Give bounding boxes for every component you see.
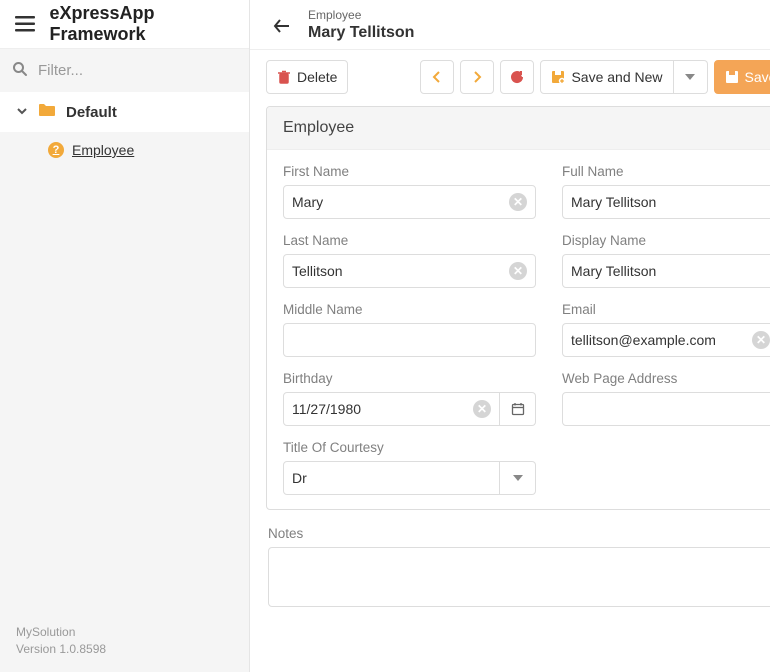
content: Employee First Name ✕ Full Name: [250, 104, 770, 672]
calendar-icon: [511, 402, 525, 416]
title-of-courtesy-input[interactable]: [292, 470, 491, 486]
birthday-input[interactable]: [292, 401, 473, 417]
sidebar: eXpressApp Framework Default ? Employee: [0, 0, 250, 672]
save-button[interactable]: Save: [714, 60, 770, 94]
version-label: Version 1.0.8598: [16, 641, 233, 658]
save-icon: [725, 70, 739, 84]
detail-header: Employee Mary Tellitson: [250, 0, 770, 49]
filter-input[interactable]: [38, 62, 237, 79]
full-name-input[interactable]: [571, 194, 770, 210]
sidebar-item-label: Employee: [72, 142, 134, 158]
chevron-down-icon: [16, 104, 28, 121]
header-supertitle: Employee: [308, 8, 754, 23]
field-middle-name: Middle Name: [283, 302, 536, 357]
panel-title: Employee: [267, 107, 770, 150]
caret-down-icon: [513, 475, 523, 481]
middle-name-input[interactable]: [292, 332, 527, 348]
clear-last-name[interactable]: ✕: [509, 262, 527, 280]
trash-icon: [277, 70, 291, 84]
title-of-courtesy-dropdown[interactable]: [500, 461, 536, 495]
folder-icon: [38, 103, 56, 121]
hamburger-icon[interactable]: [12, 10, 37, 38]
delete-button[interactable]: Delete: [266, 60, 348, 94]
refresh-button[interactable]: [500, 60, 534, 94]
clear-birthday[interactable]: ✕: [473, 400, 491, 418]
chevron-left-icon: [432, 71, 442, 83]
web-page-input[interactable]: [571, 401, 770, 417]
field-display-name: Display Name: [562, 233, 770, 288]
back-button[interactable]: [266, 10, 298, 42]
field-web-page: Web Page Address: [562, 371, 770, 426]
app-title: eXpressApp Framework: [49, 3, 237, 45]
display-name-input[interactable]: [571, 263, 770, 279]
save-and-new-button[interactable]: Save and New: [540, 60, 673, 94]
field-first-name: First Name ✕: [283, 164, 536, 219]
toolbar: Delete Save and New: [250, 49, 770, 104]
last-name-input[interactable]: [292, 263, 509, 279]
first-name-input[interactable]: [292, 194, 509, 210]
settings-button[interactable]: [764, 10, 770, 42]
sidebar-item-employee[interactable]: ? Employee: [0, 132, 249, 168]
chevron-right-icon: [472, 71, 482, 83]
save-new-icon: [551, 70, 565, 84]
caret-down-icon: [685, 74, 695, 80]
field-birthday: Birthday ✕: [283, 371, 536, 426]
refresh-icon: [510, 70, 524, 84]
sidebar-header: eXpressApp Framework: [0, 0, 249, 48]
sidebar-footer: MySolution Version 1.0.8598: [0, 616, 249, 672]
field-email: Email ✕: [562, 302, 770, 357]
page-title: Mary Tellitson: [308, 23, 754, 43]
next-button[interactable]: [460, 60, 494, 94]
field-full-name: Full Name: [562, 164, 770, 219]
tree-group-label: Default: [66, 104, 117, 121]
birthday-calendar-button[interactable]: [500, 392, 536, 426]
email-input[interactable]: [571, 332, 752, 348]
solution-name: MySolution: [16, 624, 233, 641]
question-icon: ?: [48, 142, 64, 158]
nav-tree: Default ? Employee: [0, 92, 249, 168]
search-icon: [12, 61, 28, 80]
field-notes: Notes: [266, 510, 770, 610]
field-last-name: Last Name ✕: [283, 233, 536, 288]
field-title-of-courtesy: Title Of Courtesy: [283, 440, 536, 495]
save-and-new-dropdown[interactable]: [674, 60, 708, 94]
save-and-new-group: Save and New: [540, 60, 707, 94]
clear-email[interactable]: ✕: [752, 331, 770, 349]
prev-button[interactable]: [420, 60, 454, 94]
employee-panel: Employee First Name ✕ Full Name: [266, 106, 770, 510]
notes-input[interactable]: [268, 547, 770, 607]
main: Employee Mary Tellitson Delete: [250, 0, 770, 672]
clear-first-name[interactable]: ✕: [509, 193, 527, 211]
filter-row: [0, 48, 249, 92]
tree-group-default[interactable]: Default: [0, 92, 249, 132]
